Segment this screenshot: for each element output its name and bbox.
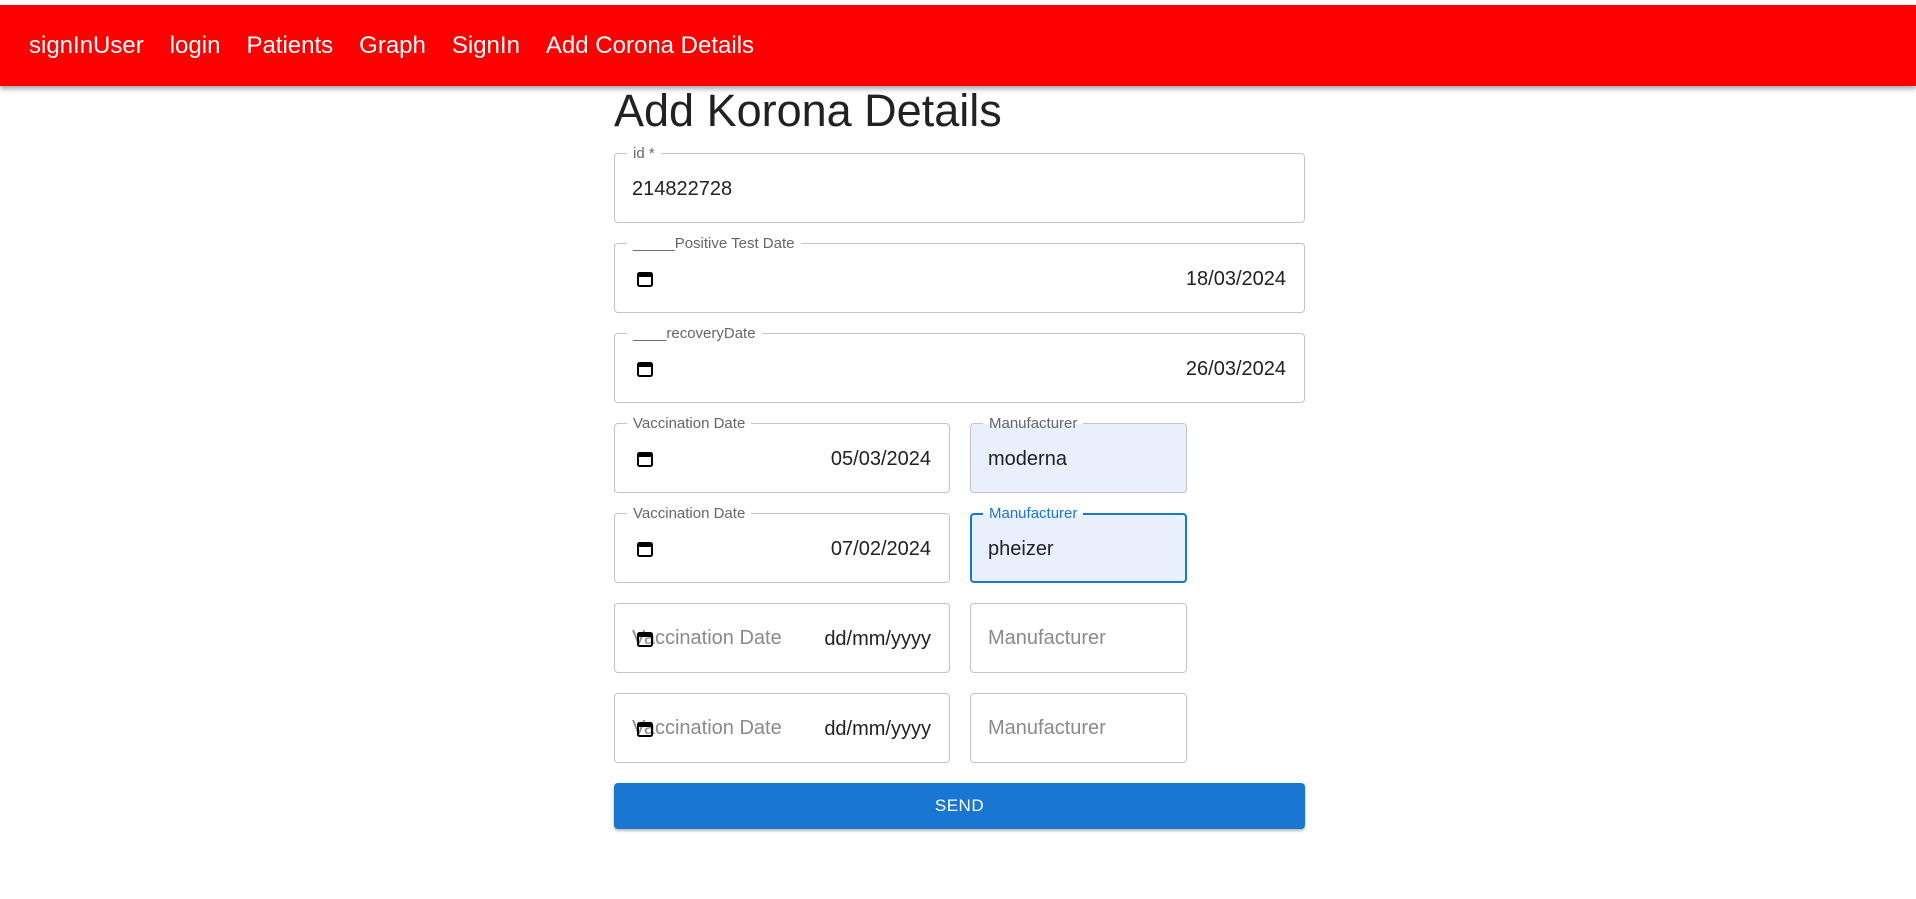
positive-test-date-value: 18/03/2024: [1185, 268, 1286, 290]
positive-test-date-field[interactable]: _____Positive Test Date 18/03/2024: [614, 236, 1305, 313]
nav-link-login[interactable]: login: [157, 28, 234, 64]
vaccination-date-field-2[interactable]: Vaccination Date 07/02/2024: [614, 506, 950, 583]
positive-test-date-label: _____Positive Test Date: [627, 236, 801, 252]
manufacturer-placeholder: Manufacturer: [988, 717, 1106, 739]
recovery-date-label: ____recoveryDate: [627, 326, 762, 342]
vaccination-date-field-3[interactable]: Vaccination Date dd/mm/yyyy: [614, 603, 950, 673]
recovery-date-field[interactable]: ____recoveryDate 26/03/2024: [614, 326, 1305, 403]
nav-link-add-corona-details[interactable]: Add Corona Details: [533, 28, 767, 64]
nav-link-graph[interactable]: Graph: [346, 28, 439, 64]
calendar-icon[interactable]: [636, 630, 654, 648]
vaccination-date-value: dd/mm/yyyy: [824, 718, 931, 740]
vaccination-date-field-1[interactable]: Vaccination Date 05/03/2024: [614, 416, 950, 493]
manufacturer-field-4[interactable]: Manufacturer: [970, 693, 1187, 763]
vaccination-date-label: Vaccination Date: [627, 416, 752, 432]
manufacturer-field-3[interactable]: Manufacturer: [970, 603, 1187, 673]
calendar-icon[interactable]: [636, 360, 654, 378]
vaccination-date-placeholder: Vaccination Date: [632, 717, 782, 739]
calendar-icon[interactable]: [636, 450, 654, 468]
calendar-icon[interactable]: [636, 270, 654, 288]
manufacturer-field-1[interactable]: Manufacturer moderna: [970, 416, 1187, 493]
id-field-value: 214822728: [632, 178, 733, 200]
id-field[interactable]: id * 214822728: [614, 146, 1305, 223]
vaccination-date-value: 07/02/2024: [830, 538, 931, 560]
recovery-date-value: 26/03/2024: [1185, 358, 1286, 380]
nav-link-signinuser[interactable]: signInUser: [16, 28, 157, 64]
vaccination-date-placeholder: Vaccination Date: [632, 627, 782, 649]
nav-link-signin[interactable]: SignIn: [439, 28, 533, 64]
vaccination-date-value: dd/mm/yyyy: [824, 628, 931, 650]
calendar-icon[interactable]: [636, 720, 654, 738]
manufacturer-placeholder: Manufacturer: [988, 627, 1106, 649]
manufacturer-value: moderna: [988, 448, 1067, 470]
manufacturer-label: Manufacturer: [983, 506, 1084, 522]
app-bar: signInUser login Patients Graph SignIn A…: [0, 5, 1916, 86]
vaccination-date-label: Vaccination Date: [627, 506, 752, 522]
send-button[interactable]: SEND: [614, 783, 1305, 829]
calendar-icon[interactable]: [636, 540, 654, 558]
id-field-label: id *: [627, 146, 661, 162]
vaccination-date-field-4[interactable]: Vaccination Date dd/mm/yyyy: [614, 693, 950, 763]
nav-link-patients[interactable]: Patients: [233, 28, 346, 64]
page-title: Add Korona Details: [614, 85, 1002, 136]
manufacturer-field-2[interactable]: Manufacturer pheizer: [970, 506, 1187, 583]
manufacturer-label: Manufacturer: [983, 416, 1084, 432]
vaccination-date-value: 05/03/2024: [830, 448, 931, 470]
manufacturer-value: pheizer: [988, 538, 1054, 560]
